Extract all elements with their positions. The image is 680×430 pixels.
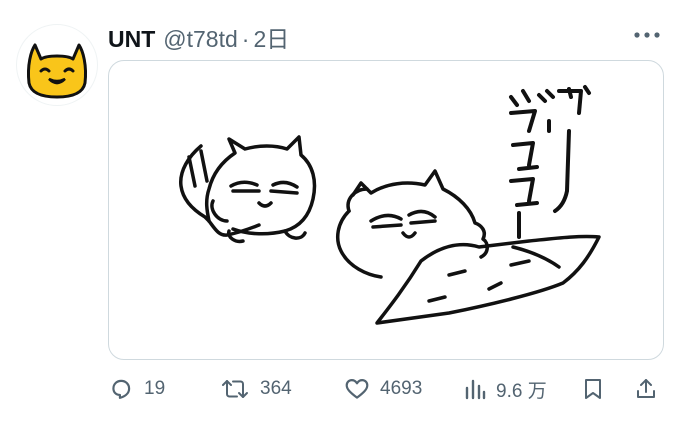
tweet-media[interactable] — [108, 60, 664, 360]
views-button[interactable]: 9.6 万 — [464, 368, 547, 410]
author-handle[interactable]: @t78td — [163, 26, 238, 53]
author-name[interactable]: UNT — [108, 26, 155, 53]
like-count: 4693 — [380, 378, 423, 399]
analytics-icon — [465, 379, 486, 400]
retweet-button[interactable]: 364 — [220, 368, 292, 410]
retweet-count: 364 — [260, 378, 292, 399]
bookmark-button[interactable] — [582, 368, 604, 410]
views-count: 9.6 万 — [496, 380, 547, 402]
share-button[interactable] — [634, 368, 658, 410]
sitting-cat-illustration — [179, 135, 317, 244]
header-separator: · — [241, 26, 250, 52]
cat-face-avatar-icon — [27, 43, 87, 99]
reply-count: 19 — [144, 378, 166, 399]
bookmark-icon — [585, 379, 601, 399]
lying-cat-illustration — [335, 169, 601, 325]
reply-icon — [112, 379, 131, 399]
cat-illustration-icon — [179, 85, 601, 325]
retweet-icon — [222, 380, 248, 398]
reply-button[interactable]: 19 — [108, 368, 165, 410]
snore-text-illustration — [509, 85, 591, 239]
tweet-actions-bar: 19 364 4693 9.6 万 — [108, 368, 664, 410]
heart-icon — [345, 379, 369, 399]
like-button[interactable]: 4693 — [344, 368, 422, 410]
more-horizontal-icon — [634, 32, 660, 38]
author-avatar[interactable] — [16, 24, 98, 106]
tweet-timestamp[interactable]: 2日 — [253, 20, 289, 54]
more-options-button[interactable] — [630, 18, 664, 52]
share-icon — [637, 379, 655, 398]
tweet-header: UNT @t78td · 2日 — [108, 20, 289, 54]
